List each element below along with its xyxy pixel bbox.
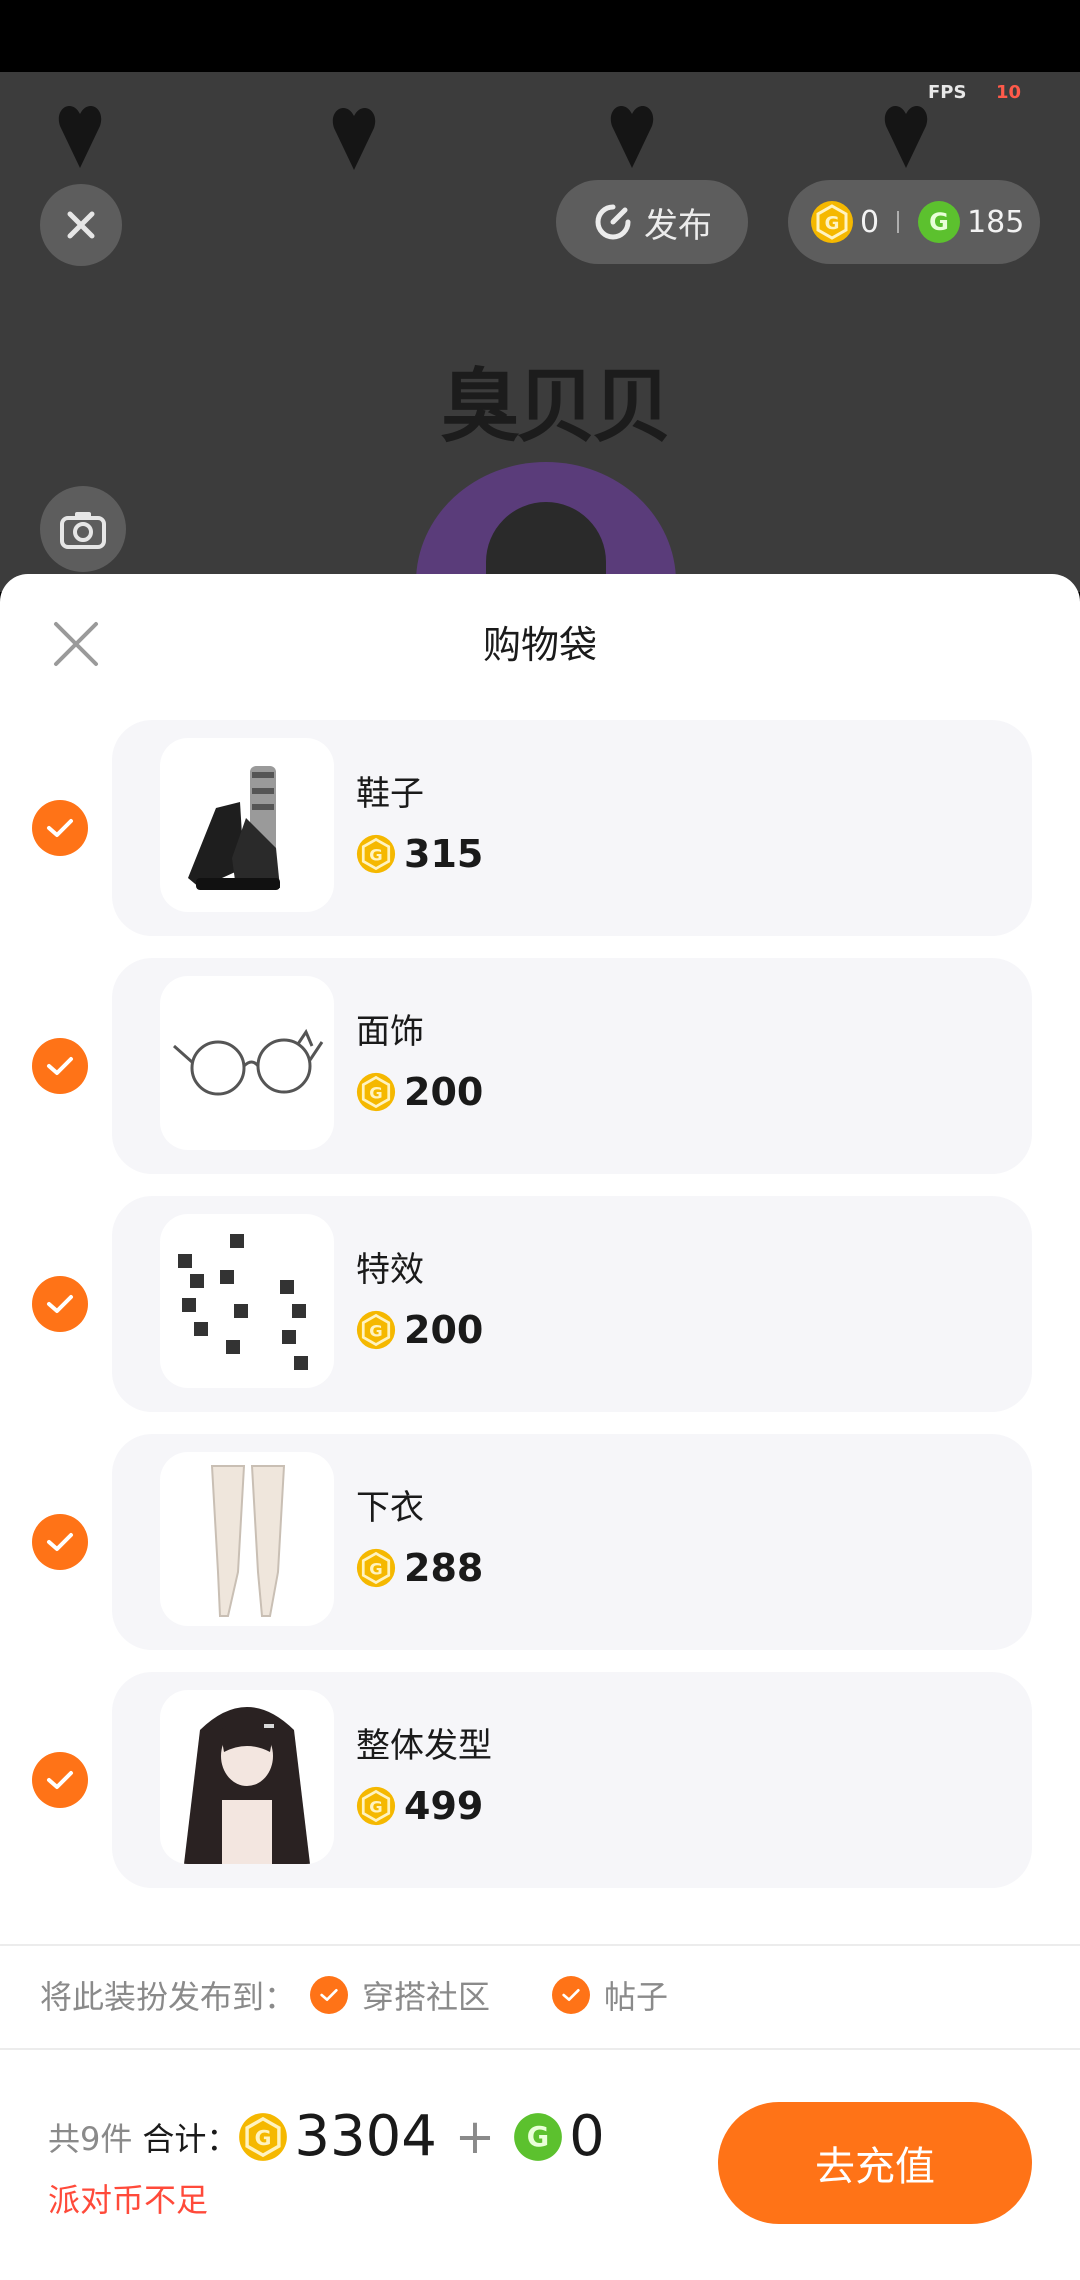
insufficient-coins-warning: 派对币不足 — [48, 2181, 209, 2219]
green-coin-balance: 185 — [967, 204, 1025, 240]
avatar-scene: FPS 10 发布 G 0 G 185 臭贝贝 — [0, 72, 1080, 592]
gold-coin-icon: G — [239, 2112, 288, 2161]
fps-value: 10 — [996, 82, 1022, 103]
fps-label: FPS — [928, 82, 967, 103]
total-count: 共9件 — [48, 2119, 133, 2158]
publish-button[interactable]: 发布 — [556, 180, 748, 264]
svg-text:G: G — [255, 2125, 272, 2149]
publish-icon — [595, 204, 631, 240]
total-label: 合计： — [142, 2119, 239, 2158]
status-bar — [0, 0, 1080, 72]
close-icon — [67, 211, 95, 239]
plus-sign: + — [454, 2108, 496, 2165]
recharge-button[interactable]: 去充值 — [718, 2102, 1032, 2224]
separator — [897, 211, 900, 233]
camera-icon — [60, 512, 106, 549]
scene-title-text: 臭贝贝 — [440, 360, 672, 453]
total-green-value: 0 — [569, 2104, 605, 2169]
svg-text:G: G — [825, 213, 840, 234]
heart-decoration-icon — [58, 105, 102, 168]
heart-decoration-icon — [884, 105, 928, 168]
total-gold-value: 3304 — [294, 2104, 437, 2169]
gold-coin-balance: 0 — [860, 204, 880, 240]
gold-coin-icon: G — [811, 201, 853, 243]
svg-text:G: G — [929, 208, 949, 236]
svg-text:G: G — [527, 2122, 549, 2153]
green-coin-icon: G — [918, 201, 961, 243]
heart-decoration-icon — [610, 105, 654, 168]
camera-button[interactable] — [40, 486, 126, 572]
heart-decoration-icon — [332, 107, 376, 170]
close-scene-button[interactable] — [40, 184, 122, 266]
publish-label: 发布 — [644, 205, 712, 246]
total-summary: 共9件 合计： G 3304 + G 0 派对币不足 — [48, 2104, 605, 2221]
coin-balance-pill[interactable]: G 0 G 185 — [788, 180, 1040, 264]
green-coin-icon: G — [514, 2112, 562, 2161]
